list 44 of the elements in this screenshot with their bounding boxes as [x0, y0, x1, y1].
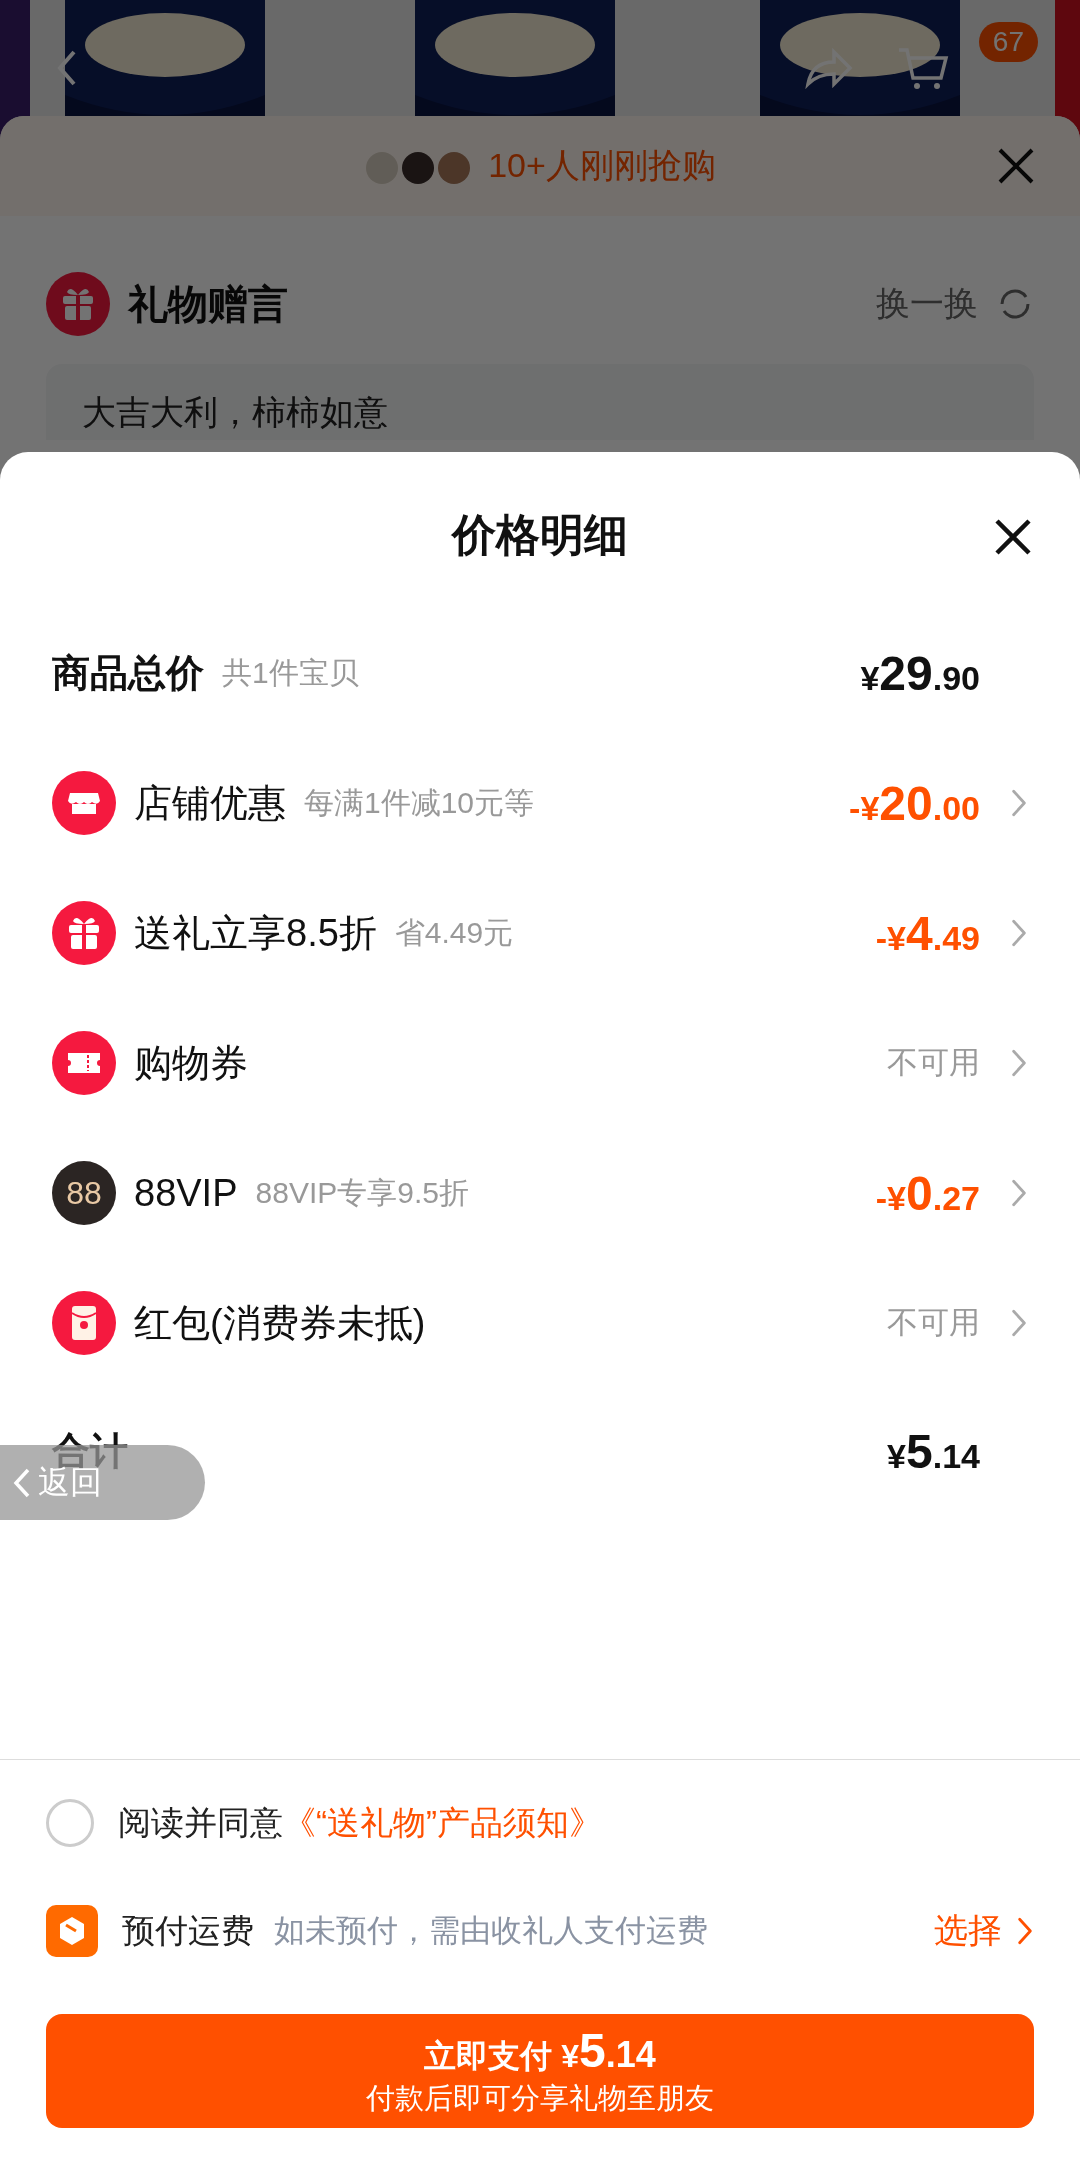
row-label: 送礼立享8.5折 — [134, 910, 377, 956]
discount-amount: -¥4.49 — [875, 905, 980, 961]
row-note: 每满1件减10元等 — [304, 784, 535, 821]
box-icon — [46, 1905, 98, 1957]
status-text: 不可用 — [887, 1304, 980, 1342]
chevron-icon — [1016, 1916, 1034, 1946]
ticket-icon — [52, 1031, 116, 1095]
discount-amount: -¥0.27 — [875, 1165, 980, 1221]
row-label: 店铺优惠 — [134, 780, 286, 826]
chevron-icon — [1010, 918, 1028, 948]
chevron-icon — [1010, 1308, 1028, 1338]
gift-icon — [52, 901, 116, 965]
gift-icon — [46, 272, 110, 336]
select-button[interactable]: 选择 — [934, 1908, 1034, 1954]
total-price: ¥5.14 — [887, 1423, 980, 1479]
chevron-icon — [1010, 1048, 1028, 1078]
agreement-text: 阅读并同意《“送礼物”产品须知》 — [118, 1802, 602, 1843]
status-text: 不可用 — [887, 1044, 980, 1082]
row-note: 共1件宝贝 — [222, 654, 359, 691]
row-label: 88VIP — [134, 1171, 238, 1215]
row-note: 88VIP专享9.5折 — [255, 1174, 469, 1211]
pay-button[interactable]: 立即支付 ¥5.14 付款后即可分享礼物至朋友 — [46, 2014, 1034, 2128]
checkbox[interactable] — [46, 1799, 94, 1847]
price: ¥29.90 — [860, 645, 980, 701]
freight-label: 预付运费 — [122, 1910, 254, 1951]
refresh-link[interactable]: 换一换 — [876, 281, 978, 327]
section-title: 礼物赠言 — [128, 280, 289, 328]
row-label: 购物券 — [134, 1040, 248, 1086]
row-label: 红包(消费券未抵) — [134, 1300, 426, 1346]
row-note: 省4.49元 — [394, 914, 514, 951]
envelope-icon — [52, 1291, 116, 1355]
row-label: 商品总价 — [52, 650, 204, 696]
chevron-icon — [1010, 788, 1028, 818]
buyers-count-text: 10+人刚刚抢购 — [488, 145, 716, 186]
chevron-icon — [1010, 1178, 1028, 1208]
message-field[interactable]: 大吉大利，柿柿如意 — [46, 364, 1034, 440]
chevron-icon — [12, 1466, 32, 1499]
terms-link[interactable]: 《“送礼物”产品须知》 — [283, 1803, 602, 1841]
vip-badge: 88 — [52, 1161, 116, 1225]
sheet-title: 价格明细 — [452, 508, 628, 561]
close-icon[interactable] — [994, 518, 1032, 556]
shop-icon — [52, 771, 116, 835]
freight-note: 如未预付，需由收礼人支付运费 — [274, 1912, 709, 1950]
discount-amount: -¥20.00 — [849, 775, 980, 831]
